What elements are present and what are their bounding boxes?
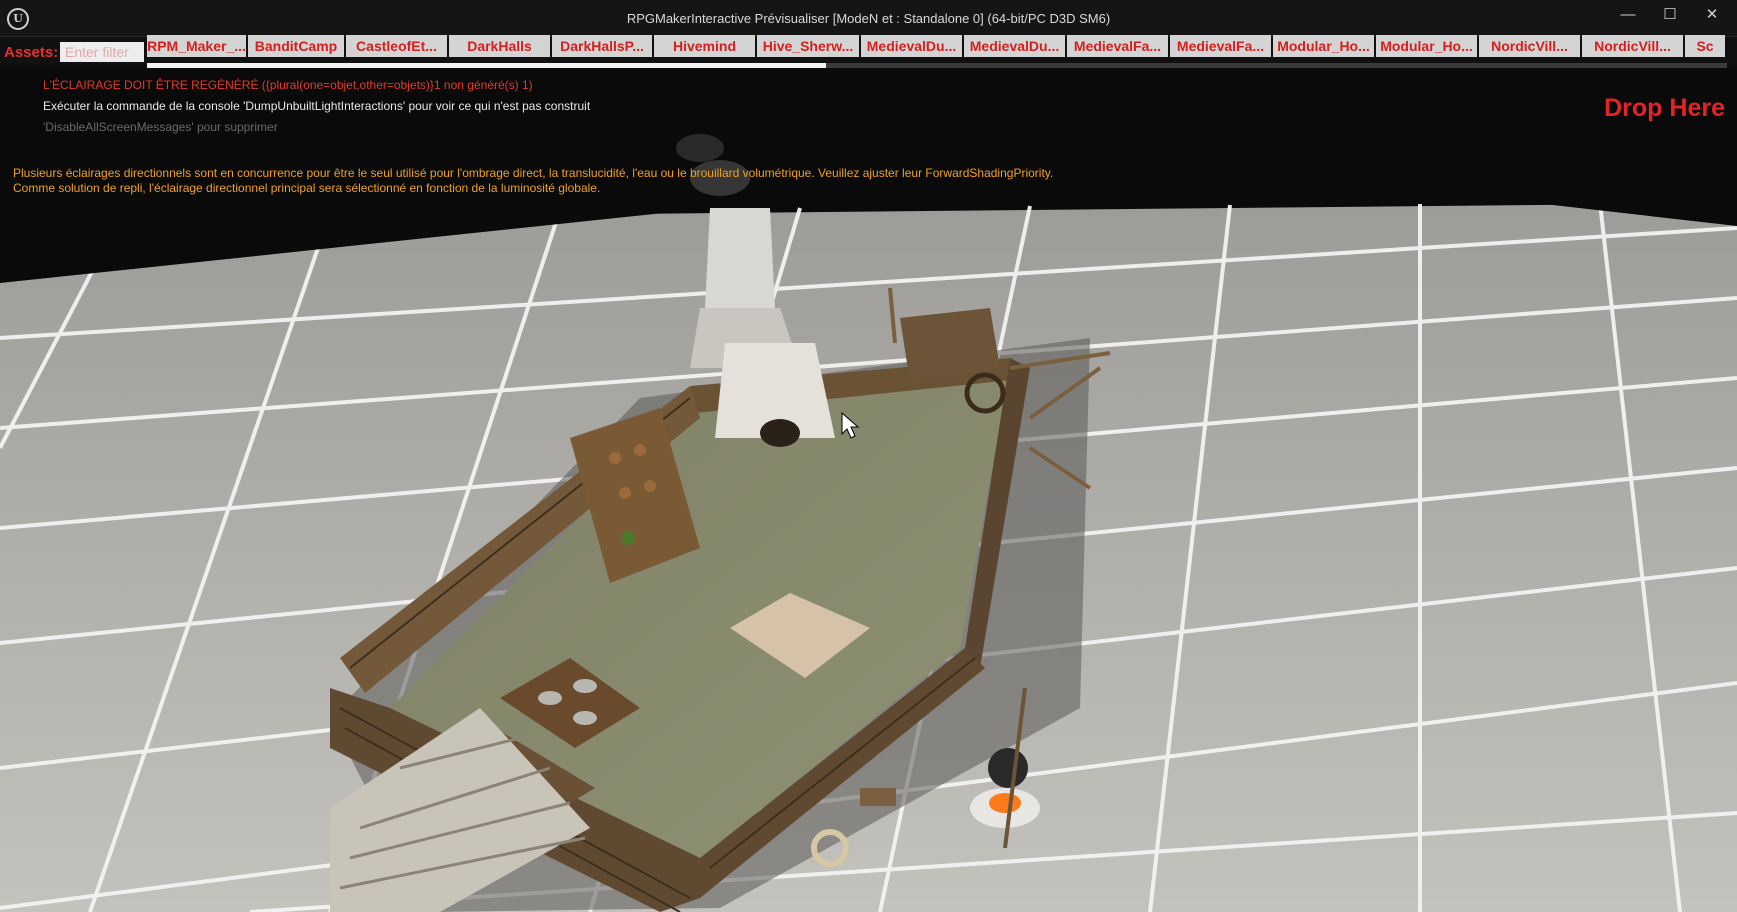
asset-tab[interactable]: NordicVill... bbox=[1479, 35, 1580, 57]
asset-tab[interactable]: Hivemind bbox=[654, 35, 755, 57]
window-titlebar: U RPGMakerInteractive Prévisualiser [Mod… bbox=[0, 0, 1737, 37]
console-hint-message: Exécuter la commande de la console 'Dump… bbox=[43, 99, 591, 113]
game-viewport[interactable]: L'ÉCLAIRAGE DOIT ÊTRE REGÉNÉRÉ ({plural(… bbox=[0, 68, 1737, 912]
asset-tab[interactable]: MedievalDu... bbox=[964, 35, 1065, 57]
asset-tab[interactable]: Modular_Ho... bbox=[1273, 35, 1374, 57]
asset-tab[interactable]: RPM_Maker_... bbox=[147, 35, 246, 57]
close-button[interactable]: ✕ bbox=[1692, 0, 1732, 30]
maximize-button[interactable]: ☐ bbox=[1650, 0, 1690, 30]
cauldron bbox=[988, 748, 1028, 788]
asset-tab[interactable]: BanditCamp bbox=[248, 35, 344, 57]
lighting-rebuild-warning: L'ÉCLAIRAGE DOIT ÊTRE REGÉNÉRÉ ({plural(… bbox=[43, 78, 533, 92]
asset-tab[interactable]: NordicVill... bbox=[1582, 35, 1683, 57]
asset-tab[interactable]: DarkHallsP... bbox=[552, 35, 652, 57]
asset-tab[interactable]: Hive_Sherw... bbox=[757, 35, 859, 57]
window-title: RPGMakerInteractive Prévisualiser [ModeN… bbox=[626, 11, 1111, 26]
asset-tab[interactable]: MedievalDu... bbox=[861, 35, 962, 57]
asset-tab[interactable]: MedievalFa... bbox=[1067, 35, 1168, 57]
drop-here-zone[interactable]: Drop Here bbox=[1604, 94, 1725, 123]
asset-tab[interactable]: CastleofEt... bbox=[346, 35, 447, 57]
asset-tab-strip: RPM_Maker_... BanditCamp CastleofEt... Dark… bbox=[147, 35, 1737, 59]
asset-filter-input[interactable] bbox=[60, 42, 144, 62]
chimney bbox=[705, 208, 775, 308]
asset-tab[interactable]: Sc bbox=[1685, 35, 1725, 57]
directional-light-warning-2: Comme solution de repli, l'éclairage dir… bbox=[13, 181, 601, 195]
minimize-button[interactable]: — bbox=[1608, 0, 1648, 30]
directional-light-warning-1: Plusieurs éclairages directionnels sont … bbox=[13, 166, 1054, 180]
asset-tab[interactable]: DarkHalls bbox=[449, 35, 550, 57]
asset-tab[interactable]: MedievalFa... bbox=[1170, 35, 1271, 57]
assets-label: Assets: bbox=[4, 44, 59, 61]
dismiss-hint-message: 'DisableAllScreenMessages' pour supprime… bbox=[43, 120, 278, 134]
asset-tab[interactable]: Modular_Ho... bbox=[1376, 35, 1477, 57]
